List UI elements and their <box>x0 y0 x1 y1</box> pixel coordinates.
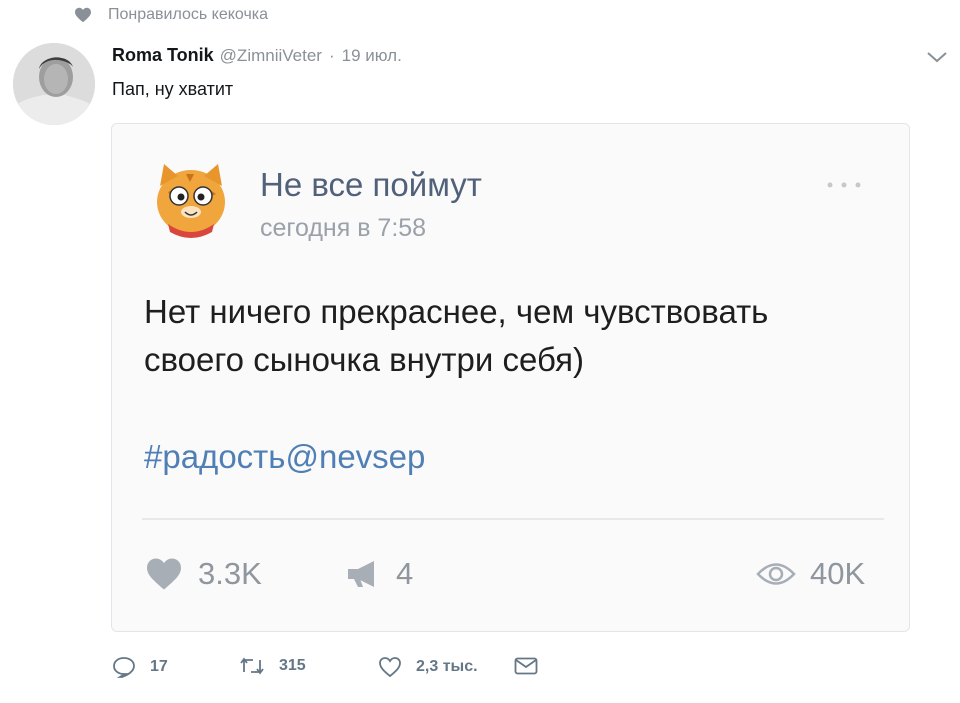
retweet-count: 315 <box>279 657 306 674</box>
chevron-down-icon[interactable] <box>926 50 948 64</box>
cat-avatar-icon <box>157 164 225 238</box>
retweet-icon <box>240 657 264 675</box>
post-shares-count: 4 <box>396 556 414 591</box>
megaphone-icon <box>348 561 374 587</box>
like-button[interactable]: 2,3 тыс. <box>378 656 478 678</box>
post-views-count: 40K <box>810 556 866 591</box>
post-shares: 4 <box>344 556 413 592</box>
like-count: 2,3 тыс. <box>416 658 478 675</box>
post-likes: 3.3K <box>144 556 262 592</box>
post-views: 40K <box>756 556 865 592</box>
tweet-text: Пап, ну хватит <box>112 79 234 99</box>
post-hashtag: #радость@nevsep <box>144 438 426 475</box>
author-name[interactable]: Roma Tonik <box>112 45 214 66</box>
more-options-icon <box>827 182 861 188</box>
author-avatar[interactable] <box>13 43 95 125</box>
eye-icon <box>756 563 796 585</box>
user-avatar-image <box>13 43 95 125</box>
heart-icon <box>75 7 91 23</box>
reply-count: 17 <box>150 658 168 675</box>
direct-message-button[interactable] <box>514 657 552 675</box>
heart-icon <box>147 558 181 590</box>
heart-outline-icon <box>379 657 401 678</box>
tweet-date[interactable]: 19 июл. <box>342 46 402 66</box>
post-text-line: Нет ничего прекраснее, чем чувствовать <box>144 293 769 330</box>
post-text-line: своего сыночка внутри себя) <box>144 341 584 378</box>
post-likes-count: 3.3K <box>198 556 262 591</box>
author-handle[interactable]: @ZimniiVeter <box>220 46 322 66</box>
post-text: Нет ничего прекраснее, чем чувствовать с… <box>144 288 884 384</box>
embedded-image[interactable]: Не все поймут сегодня в 7:58 Нет ничего … <box>111 123 910 632</box>
reply-icon <box>113 657 135 678</box>
social-context-text[interactable]: Понравилось кекочка <box>108 6 268 24</box>
header-separator: · <box>328 46 335 65</box>
community-name: Не все поймут <box>260 166 482 203</box>
retweet-button[interactable]: 315 <box>239 656 306 676</box>
post-divider <box>142 518 884 520</box>
mail-icon <box>514 657 538 675</box>
post-time: сегодня в 7:58 <box>260 214 427 242</box>
tweet-header: Roma Tonik @ZimniiVeter · 19 июл. <box>112 45 402 66</box>
social-context: Понравилось кекочка <box>74 6 268 24</box>
reply-button[interactable]: 17 <box>112 656 168 678</box>
